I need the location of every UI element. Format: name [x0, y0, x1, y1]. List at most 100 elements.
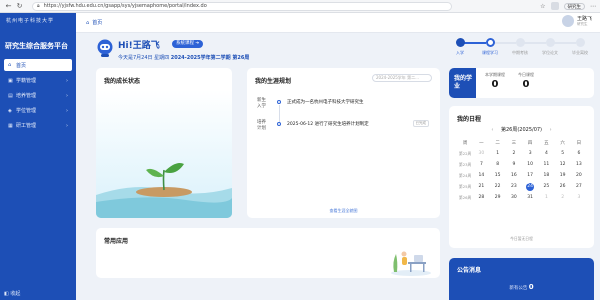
back-icon[interactable]: ←: [4, 2, 13, 11]
step-label: 中期考核: [512, 50, 528, 55]
calendar-week-label: 第22周: [458, 150, 472, 156]
star-icon[interactable]: ☆: [540, 3, 545, 10]
calendar-day[interactable]: 14: [473, 173, 489, 178]
notice-count[interactable]: 新有公告 0: [449, 283, 594, 291]
stat-value: 0: [522, 79, 530, 90]
user-name: 王路飞: [576, 15, 592, 22]
stat-today-courses[interactable]: 今日课程 0: [511, 72, 541, 90]
calendar-day[interactable]: 1: [490, 151, 506, 156]
step-label: 课程学习: [482, 50, 498, 55]
calendar-day[interactable]: 5: [555, 151, 571, 156]
stat-value: 0: [491, 79, 499, 90]
calendar-day[interactable]: 8: [490, 162, 506, 167]
calendar-today: 24: [526, 182, 535, 191]
reload-icon[interactable]: ↻: [15, 2, 24, 11]
calendar-day[interactable]: 12: [555, 162, 571, 167]
calendar-day[interactable]: 19: [555, 173, 571, 178]
timeline-item: 新生入学 正式成为一名杭州电子科技大学研究生: [257, 98, 437, 125]
next-month-icon[interactable]: ›: [550, 127, 552, 133]
calendar-day[interactable]: 30: [506, 195, 522, 200]
robot-mascot-icon: [97, 39, 113, 57]
sidebar-item-label: 学位管理: [16, 108, 37, 114]
calendar-day[interactable]: 4: [538, 151, 554, 156]
notice-count-label: 新有公告: [509, 286, 529, 291]
step-coursework[interactable]: 课程学习: [478, 38, 502, 56]
calendar-day[interactable]: 29: [490, 195, 506, 200]
calendar-day[interactable]: 3: [571, 195, 587, 200]
calendar-day[interactable]: 6: [571, 151, 587, 156]
calendar-day[interactable]: 9: [506, 162, 522, 167]
calendar-day[interactable]: 2: [555, 195, 571, 200]
step-enrollment[interactable]: 入学: [448, 38, 472, 56]
sidebar-item-training[interactable]: ▤ 培养管理 ›: [0, 88, 76, 103]
calendar-day[interactable]: 21: [473, 184, 489, 189]
calendar-day[interactable]: 10: [522, 162, 538, 167]
collapse-button[interactable]: ◧ 收起: [4, 290, 20, 297]
calendar-day[interactable]: 22: [490, 184, 506, 189]
calendar-day-header: 六: [560, 140, 565, 146]
profile-pill[interactable]: 研究生: [563, 2, 585, 10]
extension-icon[interactable]: [550, 2, 559, 10]
growth-status-card: 我的成长状态: [96, 68, 232, 218]
calendar-day[interactable]: 7: [473, 162, 489, 167]
step-thesis[interactable]: 学位论文: [538, 38, 562, 56]
calendar-month-header: ‹ 第26周(2025/07) ›: [449, 126, 594, 133]
calendar-day[interactable]: 23: [506, 184, 522, 189]
avatar[interactable]: [561, 15, 574, 27]
system-title: 研究生综合服务平台: [5, 42, 68, 50]
tab-home[interactable]: ⌂ 首页: [86, 19, 103, 27]
menu-icon[interactable]: ⋯: [590, 3, 596, 10]
status-badge: 已完成: [412, 120, 429, 127]
sprout-illustration-icon: [96, 90, 232, 218]
stat-term-courses[interactable]: 本学期课程 0: [480, 72, 510, 90]
term-text: 2024-2025学年第二学期 第26周: [170, 55, 250, 61]
calendar-day[interactable]: 15: [490, 173, 506, 178]
calendar-day[interactable]: 16: [506, 173, 522, 178]
calendar-day[interactable]: 28: [473, 195, 489, 200]
step-graduation[interactable]: 毕业离校: [568, 38, 592, 56]
view-career-map-link[interactable]: 查看生涯全貌图: [247, 208, 440, 214]
user-role: 研究生: [576, 21, 588, 26]
sidebar-item-work[interactable]: ▦ 研工管理 ›: [0, 118, 76, 133]
collapse-label: 收起: [10, 291, 21, 297]
calendar-week-row: 第24周 14 15 16 17 18 19 20: [457, 170, 587, 181]
calendar-day[interactable]: 3: [522, 151, 538, 156]
greeting-hello: Hi!王路飞: [118, 41, 160, 51]
calendar-week-label: 第23周: [458, 161, 472, 167]
prev-month-icon[interactable]: ‹: [491, 127, 493, 133]
calendar-day[interactable]: 27: [571, 184, 587, 189]
lock-icon: 🔒︎: [37, 3, 40, 9]
calendar-day[interactable]: 20: [571, 173, 587, 178]
calendar-day[interactable]: 25: [538, 184, 554, 189]
schedule-title: 我的日程: [457, 116, 482, 123]
calendar-day[interactable]: 11: [538, 162, 554, 167]
step-midterm[interactable]: 中期考核: [508, 38, 532, 56]
address-bar[interactable]: 🔒︎ https://yjsfw.hdu.edu.cn/gsapp/sys/yj…: [32, 1, 452, 11]
sidebar-item-home[interactable]: ⌂ 首页: [4, 59, 72, 71]
calendar-day-header: 一: [479, 140, 484, 146]
chevron-right-icon: ›: [66, 77, 68, 84]
date-text: 今天是7月24日 星期四: [118, 55, 171, 61]
calendar-day[interactable]: 24: [522, 182, 538, 191]
calendar-day[interactable]: 17: [522, 173, 538, 178]
book-icon: ▤: [8, 92, 13, 99]
notice-count-value: 0: [528, 283, 534, 291]
timeline-text: 2025-06-12 进行了研究生培养计划制定: [287, 122, 369, 127]
tab-home-label: 首页: [92, 20, 103, 26]
stat-label: 本学期课程: [485, 72, 505, 77]
term-select[interactable]: 2024-2025学年 第二...: [372, 74, 432, 82]
calendar-day[interactable]: 2: [506, 151, 522, 156]
calendar-day[interactable]: 13: [571, 162, 587, 167]
calendar-day[interactable]: 18: [538, 173, 554, 178]
sidebar-item-student-status[interactable]: ▣ 学籍管理 ›: [0, 73, 76, 88]
tabs-bar: ⌂ 首页 王路飞 研究生: [76, 13, 600, 33]
sidebar-item-degree[interactable]: ◈ 学位管理 ›: [0, 103, 76, 118]
calendar-grid: 周一二三四五六日第22周 30 1 2 3 4 5 6 第23周 7 8 9 10 11 12 13 第24周 1…: [457, 137, 587, 203]
guide-button[interactable]: 系统课程 ➔: [172, 40, 204, 48]
browser-toolbar: ← ↻ 🔒︎ https://yjsfw.hdu.edu.cn/gsapp/sy…: [0, 0, 600, 13]
calendar-day[interactable]: 1: [538, 195, 554, 200]
calendar-day[interactable]: 31: [522, 195, 538, 200]
calendar-day[interactable]: 30: [473, 151, 489, 156]
work-icon: ▦: [8, 122, 13, 129]
calendar-day[interactable]: 26: [555, 184, 571, 189]
